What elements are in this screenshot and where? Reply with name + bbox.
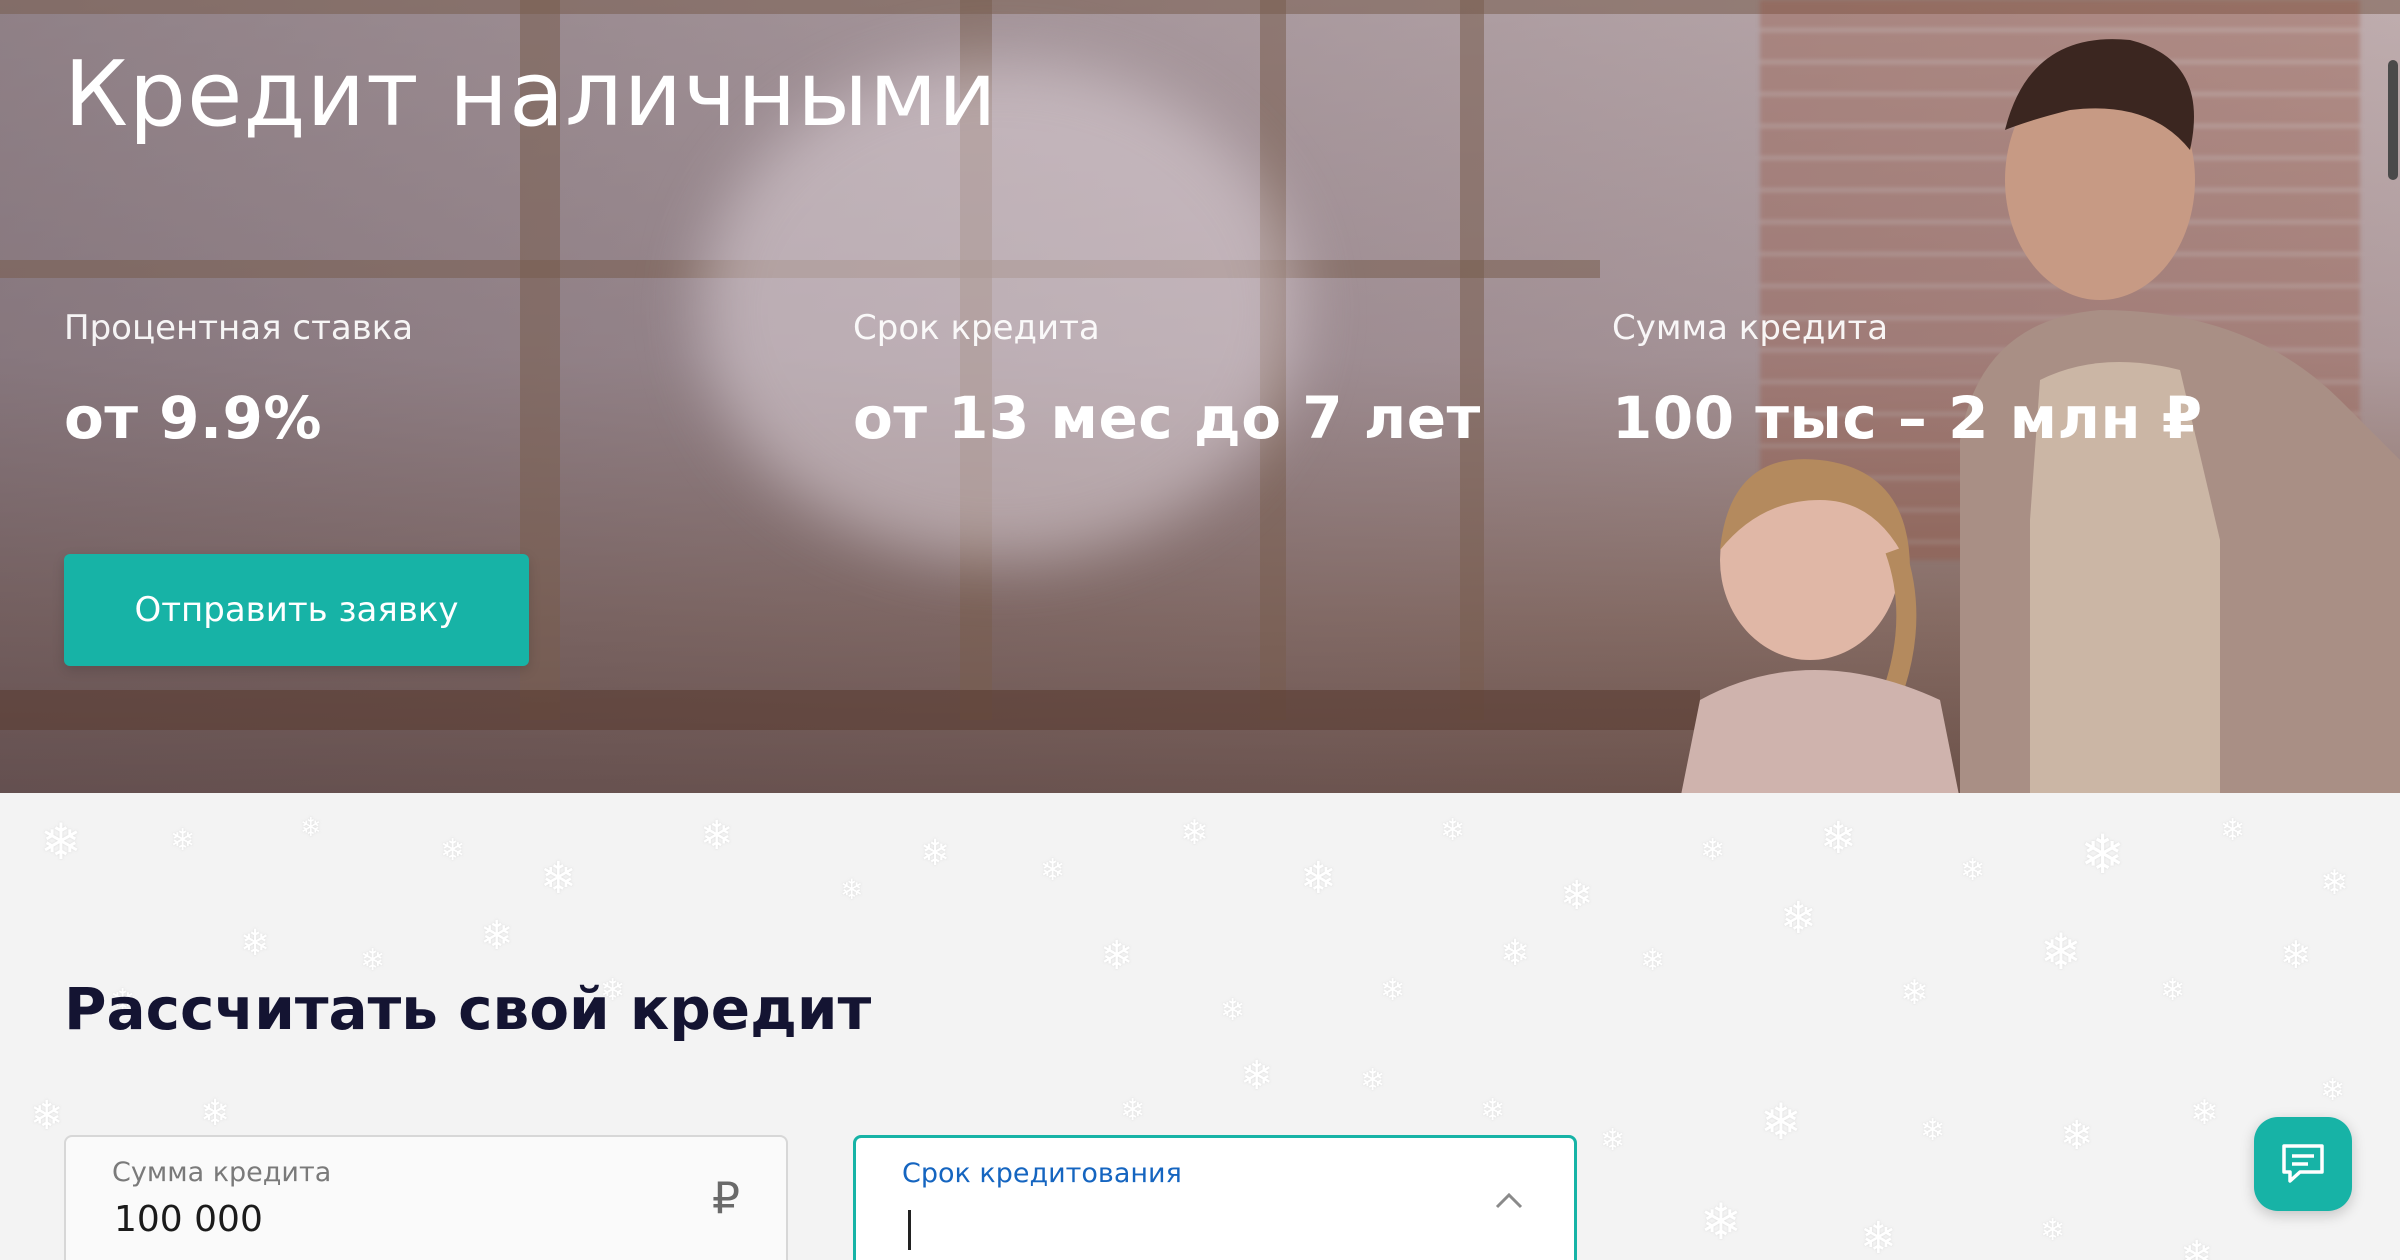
snowflake-icon: ❄ xyxy=(200,1093,231,1134)
snowflake-icon: ❄ xyxy=(700,813,734,859)
snowflake-icon: ❄ xyxy=(1240,1053,1274,1099)
snowflake-icon: ❄ xyxy=(1780,893,1817,944)
snowflake-icon: ❄ xyxy=(2220,813,2246,848)
snowflake-icon: ❄ xyxy=(1700,1193,1742,1251)
stat-value: от 9.9% xyxy=(64,384,323,452)
snowflake-icon: ❄ xyxy=(1360,1063,1386,1098)
snowflake-icon: ❄ xyxy=(1700,833,1726,868)
calculator-section: ❄ ❄ ❄ ❄ ❄ ❄ ❄ ❄ ❄ ❄ ❄ ❄ ❄ ❄ ❄ ❄ ❄ ❄ ❄ ❄ ❄ ❄ ❄ ❄ ❄ ❄ ❄ ❄ ❄ ❄ ❄ ❄ ❄ ❄ ❄ ❄ ❄ ❄ ❄ ❄… xyxy=(0,793,2400,1260)
girl-figure xyxy=(1681,459,1959,793)
snowflake-icon: ❄ xyxy=(1760,1093,1802,1151)
snowflake-icon: ❄ xyxy=(1560,873,1594,919)
hero-banner: Кредит наличными Процентная ставка от 9.… xyxy=(0,0,2400,793)
calculator-title: Рассчитать свой кредит xyxy=(64,975,872,1043)
ruble-icon: ₽ xyxy=(712,1173,740,1224)
loan-amount-field[interactable]: Сумма кредита 100 000 ₽ xyxy=(64,1135,788,1260)
snowflake-icon: ❄ xyxy=(440,833,466,868)
stat-interest-rate: Процентная ставка от 9.9% xyxy=(64,308,413,452)
snowflake-icon: ❄ xyxy=(840,873,864,906)
snowflake-icon: ❄ xyxy=(240,923,271,964)
snowflake-icon: ❄ xyxy=(1480,1093,1506,1128)
snowflake-icon: ❄ xyxy=(480,913,514,959)
snowflake-icon: ❄ xyxy=(1820,813,1857,864)
snowflake-icon: ❄ xyxy=(1900,973,1929,1013)
chat-button[interactable] xyxy=(2254,1117,2352,1211)
snowflake-icon: ❄ xyxy=(2060,1113,2094,1159)
text-cursor xyxy=(908,1210,911,1250)
scrollbar-thumb[interactable] xyxy=(2388,60,2398,180)
snowflake-icon: ❄ xyxy=(920,833,951,874)
snowflake-icon: ❄ xyxy=(1920,1113,1946,1148)
stat-value: 100 тыс – 2 млн ₽ xyxy=(1612,384,2203,452)
snowflake-icon: ❄ xyxy=(2320,1073,2346,1108)
snowflake-icon: ❄ xyxy=(360,943,386,978)
snowflake-icon: ❄ xyxy=(1500,933,1531,974)
stat-loan-amount: Сумма кредита 100 тыс – 2 млн ₽ xyxy=(1612,308,2203,452)
snowflake-icon: ❄ xyxy=(170,823,196,858)
snowflake-icon: ❄ xyxy=(1600,1123,1626,1158)
snowflake-icon: ❄ xyxy=(1960,853,1986,888)
snowflake-icon: ❄ xyxy=(300,813,322,843)
submit-application-button[interactable]: Отправить заявку xyxy=(64,554,529,666)
snowflake-icon: ❄ xyxy=(1440,813,1466,848)
snowflake-icon: ❄ xyxy=(2080,823,2126,886)
snowflake-icon: ❄ xyxy=(540,853,577,904)
snowflake-icon: ❄ xyxy=(40,813,82,871)
window-frame xyxy=(0,690,1700,730)
snowflake-icon: ❄ xyxy=(1220,993,1246,1028)
snowflake-icon: ❄ xyxy=(2320,863,2349,903)
snowflake-icon: ❄ xyxy=(1640,943,1666,978)
snowflake-icon: ❄ xyxy=(2160,973,2186,1008)
snowflake-icon: ❄ xyxy=(1380,973,1406,1008)
chevron-up-icon[interactable] xyxy=(1494,1186,1524,1216)
stat-label: Процентная ставка xyxy=(64,308,414,348)
loan-amount-label: Сумма кредита xyxy=(112,1157,332,1188)
snowflake-icon: ❄ xyxy=(1180,813,1209,853)
loan-amount-value[interactable]: 100 000 xyxy=(114,1199,263,1240)
page-scrollbar[interactable] xyxy=(2384,0,2400,1260)
page-title: Кредит наличными xyxy=(64,42,998,147)
loan-term-field[interactable]: Срок кредитования xyxy=(853,1135,1577,1260)
stat-label: Срок кредита xyxy=(853,308,1100,348)
stat-label: Сумма кредита xyxy=(1612,308,1889,348)
snowflake-icon: ❄ xyxy=(2040,923,2082,981)
loan-term-label: Срок кредитования xyxy=(902,1158,1182,1189)
stat-loan-term: Срок кредита от 13 мес до 7 лет xyxy=(853,308,1481,452)
snowflake-icon: ❄ xyxy=(2190,1093,2219,1133)
chat-icon xyxy=(2282,1143,2324,1183)
stat-value: от 13 мес до 7 лет xyxy=(853,384,1481,452)
snowflake-icon: ❄ xyxy=(2040,1213,2066,1248)
snowflake-icon: ❄ xyxy=(2280,933,2312,977)
snowflake-icon: ❄ xyxy=(1100,933,1134,979)
snowflake-icon: ❄ xyxy=(1300,853,1337,904)
snowflake-icon: ❄ xyxy=(1860,1213,1897,1260)
snowflake-icon: ❄ xyxy=(1040,853,1066,888)
snowflake-icon: ❄ xyxy=(1120,1093,1146,1128)
snowflake-icon: ❄ xyxy=(2180,1233,2214,1260)
snowflake-icon: ❄ xyxy=(30,1093,64,1139)
